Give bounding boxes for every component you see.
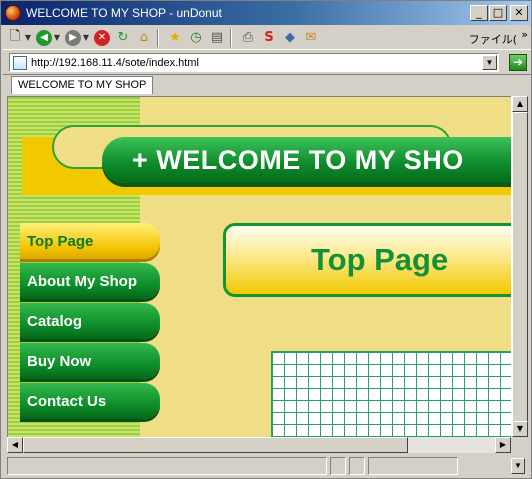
new-page-dropdown-icon[interactable]: ▼	[24, 29, 32, 47]
grid-table	[271, 351, 511, 437]
forward-dropdown-icon[interactable]: ▼	[82, 29, 90, 47]
status-pane	[330, 457, 346, 475]
file-menu[interactable]: ファイル(	[469, 31, 517, 47]
clipboard-icon[interactable]: ▤	[208, 29, 226, 47]
tab-bar: WELCOME TO MY SHOP	[3, 74, 531, 94]
stop-icon[interactable]: ✕	[93, 29, 111, 47]
back-icon[interactable]: ◀	[35, 29, 53, 47]
status-bar: ▼	[3, 455, 531, 477]
go-button[interactable]: ➔	[509, 54, 527, 71]
minimize-button[interactable]: _	[470, 5, 488, 21]
window-title: WELCOME TO MY SHOP - unDonut	[26, 6, 222, 20]
nav-top-page[interactable]: Top Page	[20, 223, 160, 259]
scroll-left-icon[interactable]: ◀	[7, 437, 23, 453]
address-url[interactable]: http://192.168.11.4/sote/index.html	[31, 57, 199, 69]
maximize-button[interactable]: □	[489, 5, 507, 21]
undonut-app-icon	[5, 5, 21, 21]
toolbar-separator	[157, 28, 159, 47]
nav-contact-us[interactable]: Contact Us	[20, 383, 160, 419]
forward-icon[interactable]: ▶	[64, 29, 82, 47]
scroll-up-icon[interactable]: ▲	[512, 96, 528, 112]
vertical-scroll-thumb[interactable]	[512, 112, 528, 422]
close-button[interactable]: ✕	[510, 5, 528, 21]
page-icon	[13, 55, 27, 70]
favorites-icon[interactable]: ★	[166, 29, 184, 47]
back-dropdown-icon[interactable]: ▼	[53, 29, 61, 47]
nav-label: Top Page	[27, 232, 94, 250]
address-input[interactable]: http://192.168.11.4/sote/index.html ▼	[9, 53, 499, 72]
vertical-scrollbar[interactable]: ▲ ▼	[511, 96, 528, 437]
toolbar-overflow-chevron[interactable]: »	[521, 28, 528, 41]
mail-icon[interactable]: ✉	[302, 29, 320, 47]
new-page-icon[interactable]: 🗋	[6, 29, 24, 47]
horizontal-scrollbar[interactable]: ◀ ▶	[7, 437, 511, 453]
title-bar[interactable]: WELCOME TO MY SHOP - unDonut _ □ ✕	[1, 1, 531, 25]
nav-label: Catalog	[27, 312, 83, 330]
address-dropdown-icon[interactable]: ▼	[482, 55, 497, 70]
nav-label: Contact Us	[27, 392, 107, 410]
address-bar: http://192.168.11.4/sote/index.html ▼ ➔	[3, 51, 531, 73]
page-content: + WELCOME TO MY SHO Top Page About My Sh…	[7, 96, 511, 437]
nav-about-my-shop[interactable]: About My Shop	[20, 263, 160, 299]
refresh-icon[interactable]: ↻	[114, 29, 132, 47]
browser-window: WELCOME TO MY SHOP - unDonut _ □ ✕ 🗋 ▼ ◀…	[0, 0, 532, 479]
history-icon[interactable]: ◷	[187, 29, 205, 47]
print-icon[interactable]: ⎙	[239, 29, 257, 47]
welcome-banner-text: + WELCOME TO MY SHO	[132, 144, 464, 175]
nav-buy-now[interactable]: Buy Now	[20, 343, 160, 379]
nav-label: About My Shop	[27, 272, 137, 290]
nav-label: Buy Now	[27, 352, 92, 370]
tab-welcome[interactable]: WELCOME TO MY SHOP	[11, 76, 154, 94]
bookmark-icon[interactable]: ◆	[281, 29, 299, 47]
status-dropdown-icon[interactable]: ▼	[511, 458, 525, 474]
scroll-down-icon[interactable]: ▼	[512, 421, 528, 437]
horizontal-scroll-thumb[interactable]	[23, 437, 408, 453]
scroll-right-icon[interactable]: ▶	[495, 437, 511, 453]
status-pane-text	[7, 457, 327, 475]
status-pane	[368, 457, 458, 475]
home-icon[interactable]: ⌂	[135, 29, 153, 47]
main-toolbar: 🗋 ▼ ◀ ▼ ▶ ▼ ✕ ↻ ⌂ ★ ◷ ▤ ⎙ S ◆ ✉ ファイル( »	[3, 26, 531, 50]
status-pane	[349, 457, 365, 475]
page-heading: Top Page	[311, 242, 449, 277]
welcome-banner: + WELCOME TO MY SHO	[102, 137, 511, 183]
nav-catalog[interactable]: Catalog	[20, 303, 160, 339]
page-heading-box: Top Page	[223, 223, 511, 297]
toolbar-separator	[230, 28, 232, 47]
scrollbar-corner	[511, 437, 528, 453]
search-engine-icon[interactable]: S	[260, 29, 278, 47]
